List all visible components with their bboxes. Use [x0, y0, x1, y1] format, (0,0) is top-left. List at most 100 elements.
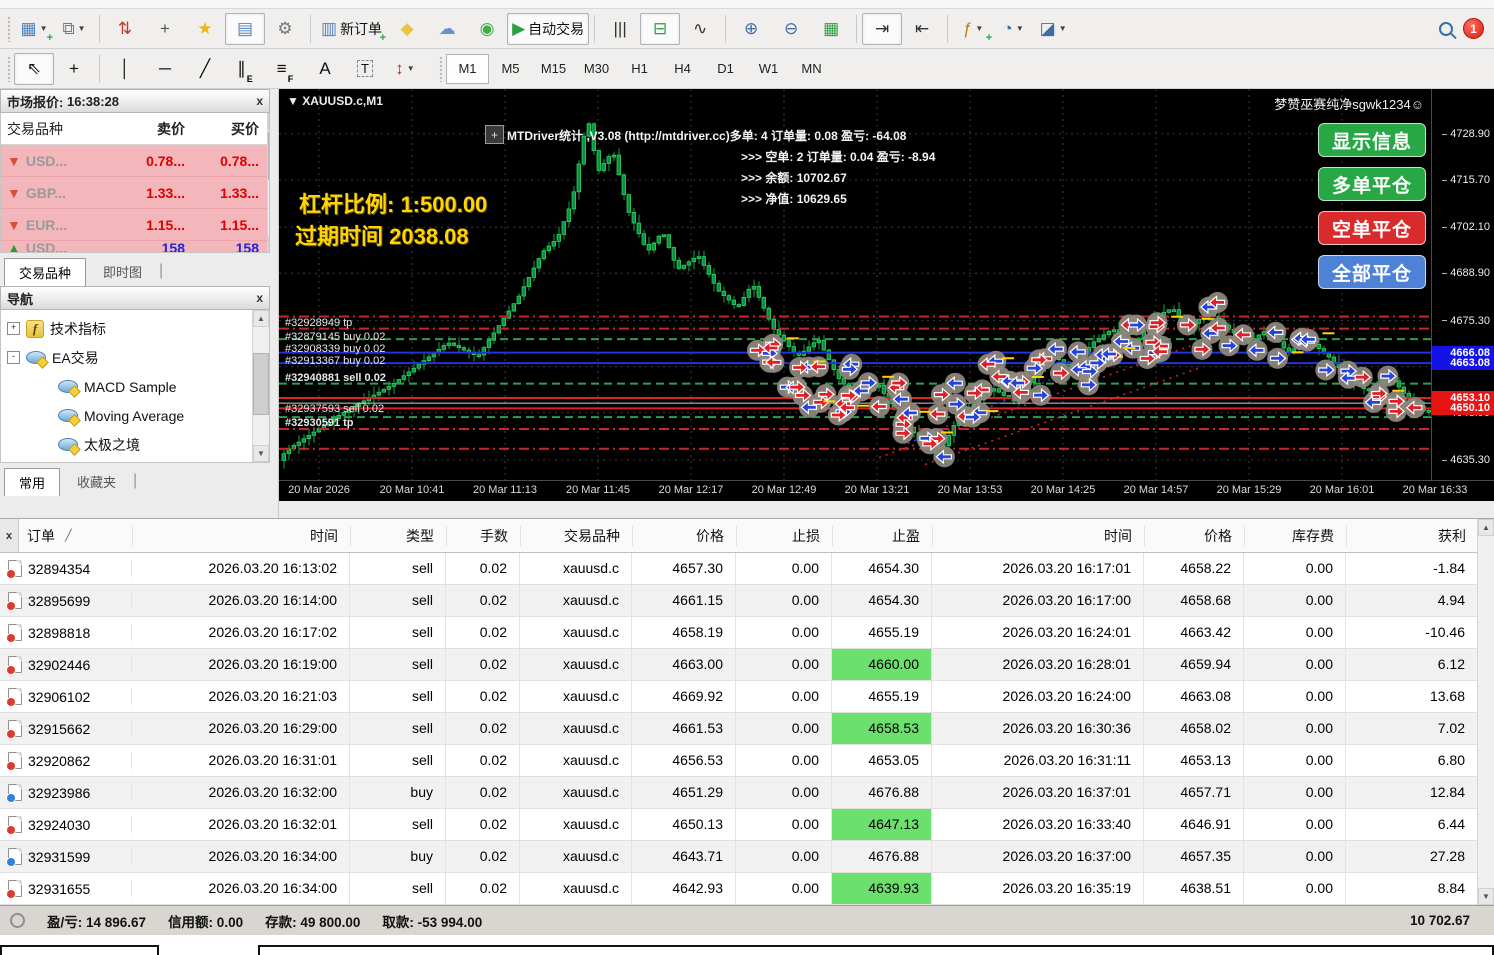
templates-button[interactable]: ◪ ▼: [1033, 13, 1073, 45]
orders-col-10[interactable]: 库存费: [1245, 525, 1347, 546]
scroll-thumb[interactable]: [268, 132, 269, 180]
new-order-button[interactable]: ▥ + 新订单: [316, 13, 387, 45]
tab-favorites[interactable]: 收藏夹: [62, 467, 131, 496]
order-row[interactable]: 32906102 2026.03.20 16:21:03 sell 0.02 xauus…: [0, 681, 1494, 713]
orders-col-8[interactable]: 时间: [933, 525, 1145, 546]
horizontal-line-tool[interactable]: ─: [145, 53, 185, 85]
timeframe-h4[interactable]: H4: [661, 54, 704, 84]
navigator-item[interactable]: Moving Average: [1, 401, 252, 430]
order-row[interactable]: 32895699 2026.03.20 16:14:00 sell 0.02 xauus…: [0, 585, 1494, 617]
line-chart-button[interactable]: ∿: [680, 13, 720, 45]
order-row[interactable]: 32931599 2026.03.20 16:34:00 buy 0.02 xauusd…: [0, 841, 1494, 873]
col-ask[interactable]: 买价: [193, 119, 267, 139]
price-axis[interactable]: [1431, 89, 1494, 481]
zoom-in-button[interactable]: ⊕: [731, 13, 771, 45]
close-shorts-button[interactable]: 空单平仓: [1318, 211, 1426, 245]
tile-windows-button[interactable]: ▦: [811, 13, 851, 45]
col-bid[interactable]: 卖价: [119, 119, 193, 139]
dropdown-caret-icon[interactable]: ▼: [1059, 24, 1067, 33]
timeframe-d1[interactable]: D1: [704, 54, 747, 84]
orders-col-2[interactable]: 类型: [351, 525, 447, 546]
tab-tick-chart[interactable]: 即时图: [88, 257, 157, 286]
mql5-community-button[interactable]: ☁: [427, 13, 467, 45]
candlestick-chart-button[interactable]: ⊟: [640, 12, 681, 45]
navigator-item[interactable]: - EA交易: [1, 343, 252, 372]
expand-icon[interactable]: +: [7, 322, 20, 335]
data-window-button[interactable]: +: [145, 13, 185, 45]
time-axis[interactable]: 20 Mar 2026 20 Mar 10:41 20 Mar 11:13 20 Ma…: [279, 480, 1494, 501]
order-row[interactable]: 32931655 2026.03.20 16:34:00 sell 0.02 xauus…: [0, 873, 1494, 905]
order-row[interactable]: 32894354 2026.03.20 16:13:02 sell 0.02 xauus…: [0, 553, 1494, 585]
dropdown-caret-icon[interactable]: ▼: [975, 24, 983, 33]
arrows-tool[interactable]: ↕ ▼: [385, 53, 425, 85]
scroll-down-icon[interactable]: ▼: [253, 445, 269, 462]
scroll-up-icon[interactable]: ▲: [1478, 519, 1494, 536]
order-row[interactable]: 32915662 2026.03.20 16:29:00 sell 0.02 xauus…: [0, 713, 1494, 745]
notification-badge[interactable]: 1: [1463, 18, 1484, 39]
orders-col-5[interactable]: 价格: [633, 525, 737, 546]
collapse-icon[interactable]: -: [7, 351, 20, 364]
timeframe-h1[interactable]: H1: [618, 54, 661, 84]
close-icon[interactable]: x: [0, 519, 19, 552]
navigator-item[interactable]: + f 技术指标: [1, 314, 252, 343]
trendline-tool[interactable]: ╱: [185, 53, 225, 85]
chart-window[interactable]: ▼ XAUUSD.c,M1 梦赞巫赛纯净sgwk1234☺ + 杠杆比例: 1:…: [279, 89, 1494, 501]
metaeditor-button[interactable]: ◆: [387, 13, 427, 45]
scroll-down-icon[interactable]: ▼: [268, 235, 269, 252]
orders-scrollbar[interactable]: ▲ ▼: [1477, 519, 1494, 905]
indicators-button[interactable]: ƒ + ▼: [953, 13, 993, 45]
orders-col-0[interactable]: 订单 ╱: [19, 525, 133, 546]
scroll-thumb[interactable]: [253, 353, 269, 415]
timeframe-m1[interactable]: M1: [446, 53, 489, 84]
dropdown-caret-icon[interactable]: ▼: [1016, 24, 1024, 33]
dropdown-caret-icon[interactable]: ▼: [407, 64, 415, 73]
order-row[interactable]: 32902446 2026.03.20 16:19:00 sell 0.02 xauus…: [0, 649, 1494, 681]
fibonacci-tool[interactable]: ≡ F: [265, 53, 305, 85]
cursor-tool[interactable]: ⇖: [14, 52, 54, 85]
search-icon[interactable]: [1439, 21, 1453, 36]
timeframe-m15[interactable]: M15: [532, 54, 575, 84]
timeframe-m30[interactable]: M30: [575, 54, 618, 84]
scroll-down-icon[interactable]: ▼: [1478, 888, 1494, 905]
market-watch-scrollbar[interactable]: ▲ ▼: [267, 113, 269, 252]
tab-symbols[interactable]: 交易品种: [4, 258, 87, 286]
expand-stats-icon[interactable]: +: [485, 125, 504, 144]
chart-shift-button[interactable]: ⇥: [862, 12, 903, 45]
timeframe-m5[interactable]: M5: [489, 54, 532, 84]
timeframe-mn[interactable]: MN: [790, 54, 833, 84]
new-chart-button[interactable]: ▦ + ▼: [14, 13, 54, 45]
order-row[interactable]: 32898818 2026.03.20 16:17:02 sell 0.02 xauus…: [0, 617, 1494, 649]
text-label-tool[interactable]: T: [345, 53, 385, 85]
navigator-scrollbar[interactable]: ▲ ▼: [252, 310, 269, 462]
orders-col-1[interactable]: 时间: [133, 525, 351, 546]
market-watch-row[interactable]: ▼ USD... 0.78... 0.78...: [1, 145, 267, 177]
orders-col-6[interactable]: 止损: [737, 525, 833, 546]
terminal-button[interactable]: ▤: [225, 12, 265, 45]
order-row[interactable]: 32923986 2026.03.20 16:32:00 buy 0.02 xauusd…: [0, 777, 1494, 809]
scroll-up-icon[interactable]: ▲: [268, 113, 269, 130]
scroll-up-icon[interactable]: ▲: [253, 310, 269, 327]
equidistant-channel-tool[interactable]: ∥ E: [225, 53, 265, 85]
strategy-tester-button[interactable]: ⚙: [265, 13, 305, 45]
navigator-button[interactable]: ★: [185, 13, 225, 45]
orders-col-9[interactable]: 价格: [1145, 525, 1245, 546]
auto-scroll-button[interactable]: ⇤: [902, 13, 942, 45]
market-watch-row[interactable]: ▲ USD... 158 158: [1, 241, 267, 252]
close-icon[interactable]: x: [256, 94, 263, 108]
dropdown-caret-icon[interactable]: ▼: [78, 24, 86, 33]
orders-col-3[interactable]: 手数: [447, 525, 521, 546]
orders-col-11[interactable]: 获利: [1347, 525, 1479, 546]
bar-chart-button[interactable]: |||: [600, 13, 640, 45]
market-watch-button[interactable]: ⇅: [105, 13, 145, 45]
close-icon[interactable]: x: [256, 291, 263, 305]
order-row[interactable]: 32920862 2026.03.20 16:31:01 sell 0.02 xauus…: [0, 745, 1494, 777]
orders-col-7[interactable]: 止盈: [833, 525, 933, 546]
navigator-item[interactable]: 太极之境: [1, 430, 252, 459]
panel-divider[interactable]: [270, 89, 279, 518]
tab-common[interactable]: 常用: [4, 468, 61, 496]
vertical-line-tool[interactable]: │: [105, 53, 145, 85]
text-tool[interactable]: A: [305, 53, 345, 85]
col-symbol[interactable]: 交易品种: [1, 119, 119, 139]
close-longs-button[interactable]: 多单平仓: [1318, 167, 1426, 201]
show-info-button[interactable]: 显示信息: [1318, 123, 1426, 157]
